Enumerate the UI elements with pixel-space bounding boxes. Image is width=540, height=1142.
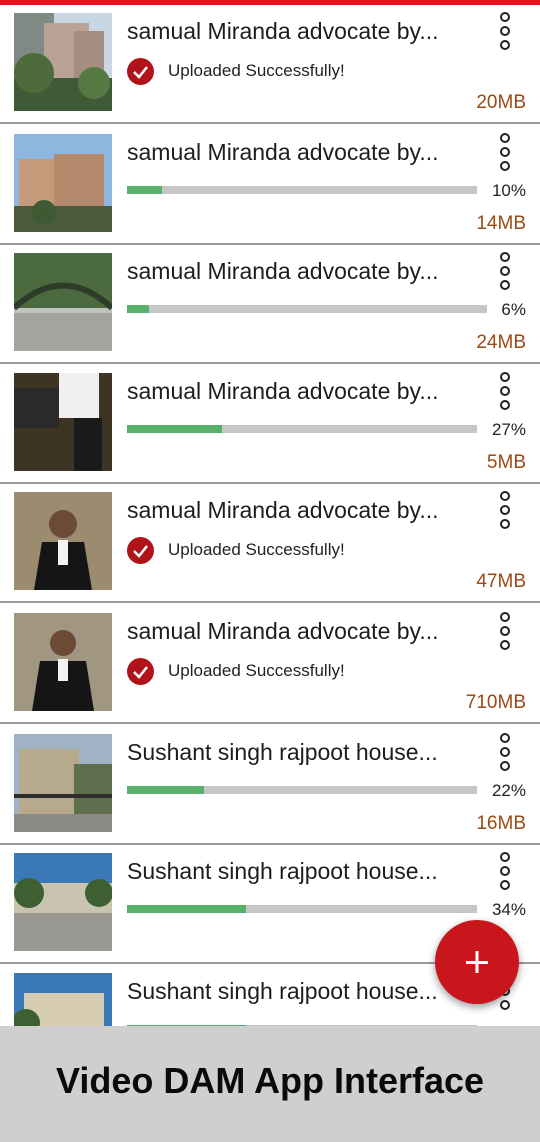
file-size: 16MB	[476, 813, 526, 834]
file-size: 20MB	[476, 92, 526, 113]
upload-item[interactable]: samual Miranda advocate by... Uploaded S…	[0, 605, 540, 724]
banner-title: Video DAM App Interface	[55, 1060, 485, 1101]
more-options-icon[interactable]	[494, 250, 516, 292]
upload-status: Uploaded Successfully!	[168, 540, 345, 559]
progress-percent: 27%	[491, 420, 526, 439]
upload-item[interactable]: Sushant singh rajpoot house... 22% 16MB	[0, 726, 540, 845]
file-size: 5MB	[486, 452, 526, 473]
video-thumbnail[interactable]	[14, 492, 112, 590]
video-thumbnail[interactable]	[14, 13, 112, 111]
progress-bar	[127, 305, 487, 313]
check-icon	[127, 658, 154, 685]
progress-bar	[127, 425, 477, 433]
progress-bar	[127, 905, 477, 913]
upload-item[interactable]: samual Miranda advocate by... 6% 24MB	[0, 245, 540, 364]
progress-fill	[127, 786, 204, 794]
upload-status: Uploaded Successfully!	[168, 661, 345, 680]
more-options-icon[interactable]	[494, 731, 516, 773]
progress-fill	[127, 905, 246, 913]
progress-percent: 6%	[501, 300, 526, 319]
more-options-icon[interactable]	[494, 131, 516, 173]
item-title: samual Miranda advocate by...	[127, 378, 439, 404]
item-title: samual Miranda advocate by...	[127, 497, 439, 523]
item-title: samual Miranda advocate by...	[127, 139, 439, 165]
upload-item[interactable]: samual Miranda advocate by... 27% 5MB	[0, 365, 540, 484]
progress-percent: 10%	[491, 181, 526, 200]
video-thumbnail[interactable]	[14, 734, 112, 832]
item-title: Sushant singh rajpoot house...	[127, 739, 438, 765]
more-options-icon[interactable]	[494, 850, 516, 892]
progress-percent: 22%	[491, 781, 526, 800]
video-thumbnail[interactable]	[14, 253, 112, 351]
more-options-icon[interactable]	[494, 370, 516, 412]
file-size: 710MB	[465, 692, 526, 713]
progress-fill	[127, 186, 162, 194]
progress-percent: 34%	[491, 900, 526, 919]
video-thumbnail[interactable]	[14, 973, 112, 1026]
video-thumbnail[interactable]	[14, 853, 112, 951]
progress-fill	[127, 305, 149, 313]
progress-bar	[127, 186, 477, 194]
upload-item[interactable]: samual Miranda advocate by... Uploaded S…	[0, 5, 540, 124]
item-title: samual Miranda advocate by...	[127, 18, 439, 44]
item-title: samual Miranda advocate by...	[127, 618, 439, 644]
file-size: 14MB	[476, 213, 526, 234]
plus-icon	[466, 951, 488, 973]
upload-list: samual Miranda advocate by... Uploaded S…	[0, 5, 540, 1026]
progress-bar	[127, 786, 477, 794]
check-icon	[127, 537, 154, 564]
more-options-icon[interactable]	[494, 10, 516, 52]
upload-item[interactable]: samual Miranda advocate by... 10% 14MB	[0, 126, 540, 245]
upload-item[interactable]: samual Miranda advocate by... Uploaded S…	[0, 484, 540, 603]
caption-banner: Video DAM App Interface	[0, 1026, 540, 1142]
video-thumbnail[interactable]	[14, 613, 112, 711]
upload-status: Uploaded Successfully!	[168, 61, 345, 80]
check-icon	[127, 58, 154, 85]
item-title: Sushant singh rajpoot house...	[127, 978, 438, 1004]
more-options-icon[interactable]	[494, 489, 516, 531]
item-title: samual Miranda advocate by...	[127, 258, 439, 284]
file-size: 47MB	[476, 571, 526, 592]
add-button[interactable]	[435, 920, 519, 1004]
progress-fill	[127, 425, 222, 433]
video-thumbnail[interactable]	[14, 373, 112, 471]
more-options-icon[interactable]	[494, 610, 516, 652]
file-size: 24MB	[476, 332, 526, 353]
video-thumbnail[interactable]	[14, 134, 112, 232]
item-title: Sushant singh rajpoot house...	[127, 858, 438, 884]
